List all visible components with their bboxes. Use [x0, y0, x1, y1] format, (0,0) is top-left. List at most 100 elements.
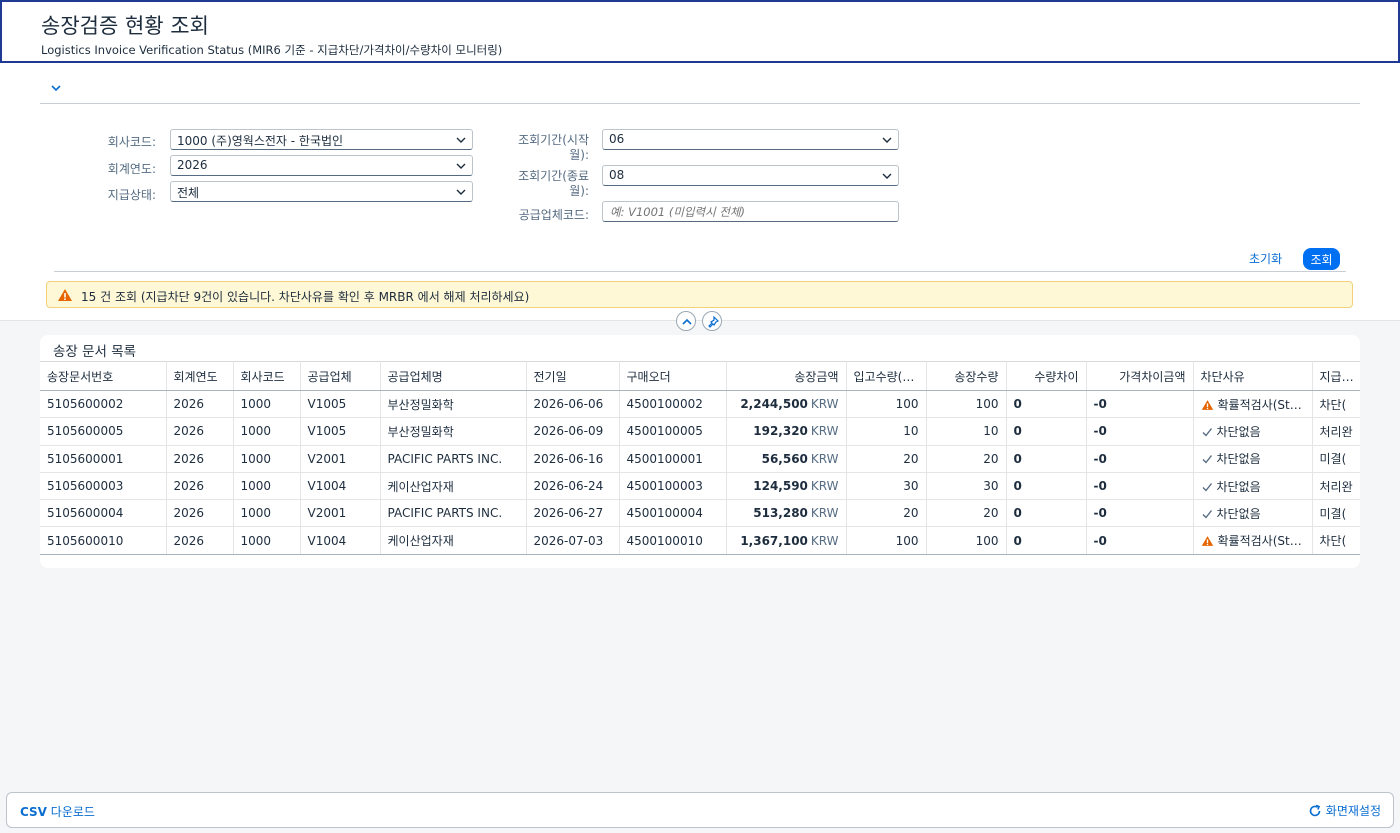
cell-qty-diff: 0 [1006, 526, 1087, 555]
column-header[interactable]: 송장수량 [926, 361, 1007, 391]
cell-block-reason: 차단없음 [1193, 445, 1313, 473]
cell-company-code: 1000 [233, 526, 301, 555]
csv-download-button[interactable]: CSV 다운로드 [20, 803, 95, 820]
table-row[interactable]: 5105600003 2026 1000 V1004 케이산업자재 2026-06-24 4… [40, 472, 1360, 501]
cell-invoice-amount: 1,367,100 KRW [726, 526, 847, 555]
chevron-down-icon[interactable] [49, 81, 63, 95]
cell-vendor-name: 케이산업자재 [380, 526, 527, 555]
cell-invoice-qty: 20 [926, 499, 1007, 528]
column-header[interactable]: 공급업체명 [380, 361, 527, 391]
cell-gr-qty: 20 [846, 499, 927, 528]
cell-qty-diff: 0 [1006, 445, 1087, 473]
column-header[interactable]: 구매오더 [619, 361, 727, 391]
cell-vendor-name: PACIFIC PARTS INC. [380, 499, 527, 528]
column-header[interactable]: 수량차이 [1006, 361, 1087, 391]
search-button[interactable]: 조회 [1303, 248, 1340, 270]
fiscal-year-select[interactable]: 2026 [170, 155, 473, 176]
message-text: 15 건 조회 (지급차단 9건이 있습니다. 차단사유를 확인 후 MRBR … [81, 290, 530, 304]
period-from-select[interactable]: 06 [602, 129, 899, 150]
column-header[interactable]: 공급업체 [300, 361, 381, 391]
cell-gr-qty: 100 [846, 390, 927, 419]
check-icon [1202, 482, 1212, 492]
table-row[interactable]: 5105600010 2026 1000 V1004 케이산업자재 2026-07-03 4… [40, 526, 1360, 555]
cell-fiscal-year: 2026 [166, 499, 234, 528]
column-header[interactable]: 송장문서번호 [40, 361, 167, 391]
cell-doc-number: 5105600003 [40, 472, 167, 501]
cell-company-code: 1000 [233, 472, 301, 501]
period-to-select[interactable]: 08 [602, 165, 899, 186]
cell-invoice-qty: 30 [926, 472, 1007, 501]
cell-vendor-name: 부산정밀화학 [380, 390, 527, 419]
collapse-header-button[interactable] [676, 311, 696, 331]
cell-doc-number: 5105600001 [40, 445, 167, 473]
cell-invoice-amount: 2,244,500 KRW [726, 390, 847, 419]
page-subtitle: Logistics Invoice Verification Status (M… [41, 43, 503, 57]
column-header[interactable]: 가격차이금액 [1086, 361, 1194, 391]
column-header[interactable]: 회사코드 [233, 361, 301, 391]
table-row[interactable]: 5105600001 2026 1000 V2001 PACIFIC PARTS INC… [40, 445, 1360, 473]
check-icon [1202, 428, 1212, 437]
cell-fiscal-year: 2026 [166, 417, 234, 446]
pay-status-label: 지급상태: [107, 188, 156, 202]
cell-vendor: V2001 [300, 445, 381, 473]
cell-vendor: V2001 [300, 499, 381, 528]
cell-company-code: 1000 [233, 417, 301, 446]
table-row[interactable]: 5105600005 2026 1000 V1005 부산정밀화학 2026-06-09 4… [40, 417, 1360, 446]
cell-vendor: V1004 [300, 472, 381, 501]
cell-qty-diff: 0 [1006, 417, 1087, 446]
reset-button[interactable]: 초기화 [1249, 250, 1282, 267]
cell-purchase-order: 4500100003 [619, 472, 727, 501]
cell-pay-status: 처리완 [1312, 472, 1360, 501]
pin-icon [708, 316, 719, 328]
table-row[interactable]: 5105600004 2026 1000 V2001 PACIFIC PARTS INC… [40, 499, 1360, 528]
cell-invoice-amount: 124,590 KRW [726, 472, 847, 501]
reset-view-button[interactable]: 화면재설정 [1308, 802, 1381, 819]
company-code-select[interactable]: 1000 (주)영웍스전자 - 한국법인 [170, 129, 473, 150]
period-from-label: 조회기간(시작 월): [518, 133, 589, 162]
cell-vendor: V1005 [300, 390, 381, 419]
cell-gr-qty: 100 [846, 526, 927, 555]
cell-doc-number: 5105600004 [40, 499, 167, 528]
message-strip: 15 건 조회 (지급차단 9건이 있습니다. 차단사유를 확인 후 MRBR … [46, 281, 1353, 308]
header-divider [40, 103, 1360, 104]
cell-company-code: 1000 [233, 499, 301, 528]
cell-pay-status: 처리완 [1312, 417, 1360, 446]
fiscal-year-value: 2026 [177, 158, 208, 172]
cell-purchase-order: 4500100005 [619, 417, 727, 446]
cell-vendor-name: 케이산업자재 [380, 472, 527, 501]
filter-header: 회사코드: 1000 (주)영웍스전자 - 한국법인 회계연도: 2026 지급… [0, 63, 1400, 321]
table-row[interactable]: 5105600002 2026 1000 V1005 부산정밀화학 2026-06-06 4… [40, 390, 1360, 419]
cell-price-diff: -0 [1086, 499, 1194, 528]
column-header[interactable]: 전기일 [526, 361, 620, 391]
pay-status-value: 전체 [177, 186, 200, 200]
cell-price-diff: -0 [1086, 445, 1194, 473]
pay-status-select[interactable]: 전체 [170, 181, 473, 202]
column-header[interactable]: 송장금액 [726, 361, 847, 391]
column-header[interactable]: 회계연도 [166, 361, 234, 391]
footer-toolbar: CSV 다운로드 화면재설정 [6, 792, 1394, 828]
cell-gr-qty: 10 [846, 417, 927, 446]
warning-triangle-icon [1201, 399, 1213, 410]
cell-posting-date: 2026-06-27 [526, 499, 620, 528]
cell-vendor: V1005 [300, 417, 381, 446]
column-header[interactable]: 지급… [1312, 361, 1360, 391]
fiscal-year-label: 회계연도: [107, 162, 156, 176]
column-header[interactable]: 입고수량(… [846, 361, 927, 391]
period-to-value: 08 [609, 168, 625, 182]
check-icon [1202, 455, 1212, 464]
cell-invoice-qty: 100 [926, 390, 1007, 419]
vendor-code-label: 공급업체코드: [518, 208, 589, 222]
chevron-down-icon [882, 173, 892, 179]
cell-doc-number: 5105600002 [40, 390, 167, 419]
cell-vendor: V1004 [300, 526, 381, 555]
cell-vendor-name: PACIFIC PARTS INC. [380, 445, 527, 473]
cell-posting-date: 2026-07-03 [526, 526, 620, 555]
toolbar-divider [54, 271, 1346, 272]
column-header[interactable]: 차단사유 [1193, 361, 1313, 391]
cell-posting-date: 2026-06-09 [526, 417, 620, 446]
cell-doc-number: 5105600005 [40, 417, 167, 446]
cell-company-code: 1000 [233, 390, 301, 419]
pin-header-button[interactable] [702, 311, 722, 331]
vendor-code-input[interactable] [602, 201, 899, 222]
warning-triangle-icon [1201, 536, 1213, 546]
